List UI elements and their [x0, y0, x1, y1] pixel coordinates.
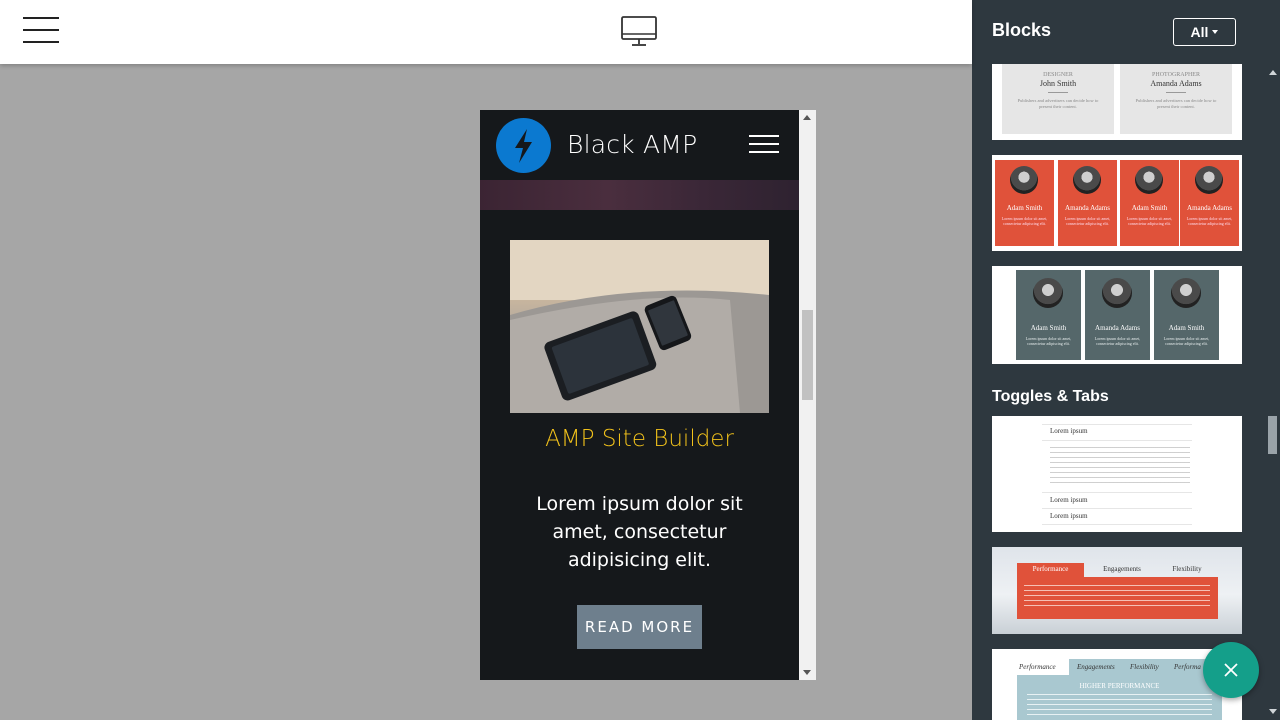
team-name: Adam Smith: [1131, 204, 1168, 212]
block-thumb-tabs-1[interactable]: Performance Engagements Flexibility: [992, 547, 1242, 634]
scroll-thumb[interactable]: [1268, 416, 1277, 454]
tab-heading: HIGHER PERFORMANCE: [1079, 682, 1160, 690]
preview-navbar: Black AMP: [480, 110, 799, 180]
caret-down-icon: [1212, 30, 1219, 34]
scroll-up-icon[interactable]: [1269, 70, 1277, 75]
preview-scrollbar[interactable]: [799, 110, 816, 680]
team-name: Amanda Adams: [1150, 79, 1202, 88]
team-name: Amanda Adams: [1065, 204, 1110, 212]
team-text: Publishers and advertisers can decide ho…: [1017, 98, 1099, 109]
team-card: DESIGNER John Smith Publishers and adver…: [1002, 64, 1114, 134]
close-icon: [1224, 663, 1238, 677]
team-text: Lorem ipsum dolor sit amet, consectetur …: [1126, 216, 1173, 226]
team-name: John Smith: [1039, 79, 1077, 88]
tab-performance: Performance: [1019, 663, 1056, 671]
scroll-thumb[interactable]: [802, 310, 813, 400]
toggle-item: Lorem ipsum: [1050, 427, 1088, 435]
blocks-filter-dropdown[interactable]: All: [1173, 18, 1236, 46]
team-card: Adam Smith Lorem ipsum dolor sit amet, c…: [1016, 270, 1081, 360]
preview-hamburger-icon[interactable]: [749, 135, 779, 155]
desktop-monitor-icon[interactable]: [620, 16, 658, 48]
team-card: Amanda Adams Lorem ipsum dolor sit amet,…: [1058, 160, 1117, 246]
tab-engagements: Engagements: [1077, 663, 1115, 671]
team-card: Amanda Adams Lorem ipsum dolor sit amet,…: [1180, 160, 1239, 246]
toggle-item: Lorem ipsum: [1050, 512, 1088, 520]
close-fab-button[interactable]: [1203, 642, 1259, 698]
team-text: Lorem ipsum dolor sit amet, consectetur …: [1064, 216, 1111, 226]
preview-brand-name[interactable]: Black AMP: [567, 130, 697, 159]
scroll-up-icon[interactable]: [803, 115, 811, 120]
preview-card-title: AMP Site Builder: [545, 426, 734, 452]
team-name: Adam Smith: [1030, 324, 1067, 332]
team-name: Amanda Adams: [1095, 324, 1140, 332]
block-thumb-team-3[interactable]: Adam Smith Lorem ipsum dolor sit amet, c…: [992, 266, 1242, 364]
blocks-sidebar: Blocks All DESIGNER John Smith Publisher…: [972, 0, 1280, 720]
tab-engagements: Engagements: [1103, 565, 1141, 573]
block-thumb-toggles[interactable]: Lorem ipsum Lorem ipsum Lorem ipsum: [992, 416, 1242, 532]
lightning-bolt-icon[interactable]: [496, 118, 551, 173]
hamburger-icon[interactable]: [23, 17, 59, 45]
preview-card-image: [510, 240, 769, 413]
sidebar-title: Blocks: [992, 20, 1052, 40]
toggle-item: Lorem ipsum: [1050, 496, 1088, 504]
block-thumb-team-2[interactable]: Adam Smith Lorem ipsum dolor sit amet, c…: [992, 155, 1242, 251]
team-card: Adam Smith Lorem ipsum dolor sit amet, c…: [1120, 160, 1179, 246]
tab-body-text: [1024, 585, 1210, 609]
filter-label: All: [1190, 24, 1209, 40]
team-name: Amanda Adams: [1187, 204, 1232, 212]
team-name: Adam Smith: [1168, 324, 1205, 332]
team-card: Adam Smith Lorem ipsum dolor sit amet, c…: [1154, 270, 1219, 360]
top-toolbar: [0, 0, 972, 64]
team-text: Lorem ipsum dolor sit amet, consectetur …: [1163, 336, 1210, 346]
team-text: Publishers and advertisers can decide ho…: [1135, 98, 1217, 109]
section-label-toggles-tabs: Toggles & Tabs: [992, 388, 1109, 405]
team-text: Lorem ipsum dolor sit amet, consectetur …: [1025, 336, 1072, 346]
read-more-button[interactable]: READ MORE: [577, 605, 702, 649]
team-text: Lorem ipsum dolor sit amet, consectetur …: [1001, 216, 1048, 226]
preview-hero-strip: [480, 180, 799, 210]
team-card: Adam Smith Lorem ipsum dolor sit amet, c…: [995, 160, 1054, 246]
tab-performance: Performance: [1032, 565, 1069, 573]
team-role: PHOTOGRAPHER: [1152, 72, 1200, 78]
team-card: Amanda Adams Lorem ipsum dolor sit amet,…: [1085, 270, 1150, 360]
team-text: Lorem ipsum dolor sit amet, consectetur …: [1094, 336, 1141, 346]
tab-flexibility: Flexibility: [1172, 565, 1202, 573]
team-name: Adam Smith: [1006, 204, 1043, 212]
team-text: Lorem ipsum dolor sit amet, consectetur …: [1186, 216, 1233, 226]
tab-body-text: [1027, 694, 1212, 719]
team-role: DESIGNER: [1043, 72, 1073, 78]
scroll-down-icon[interactable]: [1269, 709, 1277, 714]
preview-card-text: Lorem ipsum dolor sit amet, consectetur …: [536, 493, 743, 571]
block-thumb-team-1[interactable]: DESIGNER John Smith Publishers and adver…: [992, 64, 1242, 140]
mobile-preview-screen: Black AMP AMP Site Builder Lorem ipsum d…: [480, 110, 799, 680]
mobile-preview-frame: Black AMP AMP Site Builder Lorem ipsum d…: [480, 110, 816, 680]
team-card: PHOTOGRAPHER Amanda Adams Publishers and…: [1120, 64, 1232, 134]
toggle-body-text: [1050, 447, 1190, 485]
sidebar-scrollbar[interactable]: [1265, 64, 1280, 720]
tab-flexibility: Flexibility: [1130, 663, 1159, 671]
tab-performance-2: Performa: [1174, 663, 1201, 671]
scroll-down-icon[interactable]: [803, 670, 811, 675]
